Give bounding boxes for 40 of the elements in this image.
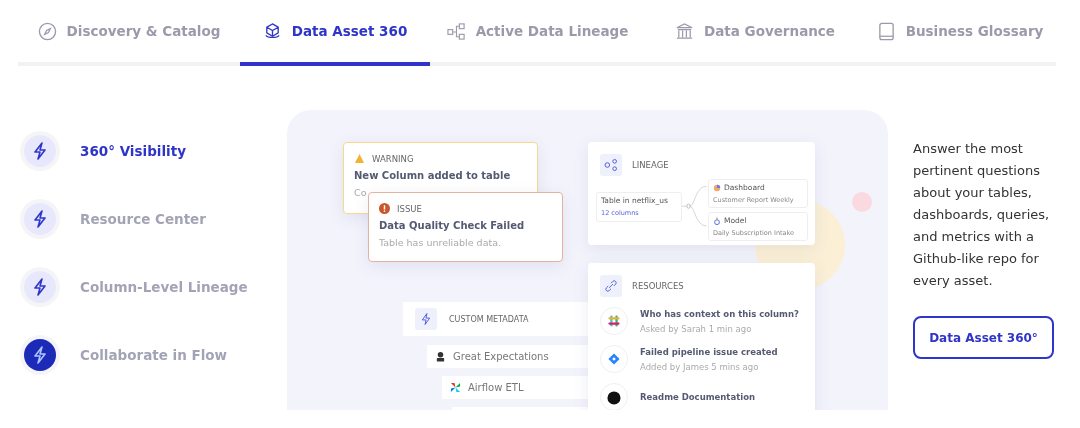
strip-heading: CUSTOM METADATA bbox=[449, 314, 529, 324]
dot-decoration bbox=[852, 192, 872, 212]
pinwheel-icon bbox=[450, 382, 461, 393]
tab[interactable]: Data Governance bbox=[645, 0, 865, 66]
card-text: Table has unreliable data. bbox=[379, 237, 503, 248]
tab[interactable]: Data Asset 360 bbox=[240, 0, 430, 66]
feature-item[interactable]: Column-Level Lineage bbox=[20, 267, 287, 307]
feature-item[interactable]: 360° Visibility bbox=[20, 131, 287, 171]
link-icon bbox=[600, 275, 622, 297]
card-title: Data Quality Check Failed bbox=[379, 220, 526, 231]
card-text: Co bbox=[354, 187, 368, 198]
resource-meta: Asked by Sarah 1 min ago bbox=[640, 323, 753, 334]
book-icon bbox=[876, 21, 896, 41]
nodes-icon bbox=[446, 21, 466, 41]
card-heading: LINEAGE bbox=[632, 160, 669, 170]
card-tag: ISSUE bbox=[397, 203, 422, 214]
card-tag: WARNING bbox=[372, 153, 414, 164]
compass-icon bbox=[37, 21, 57, 41]
nodes-icon bbox=[600, 154, 622, 176]
person-icon bbox=[435, 351, 446, 362]
alert-icon bbox=[379, 203, 390, 214]
bank-icon bbox=[674, 21, 694, 41]
tab[interactable]: Business Glossary bbox=[865, 0, 1055, 66]
hash-icon bbox=[600, 307, 628, 335]
card-heading: RESOURCES bbox=[632, 281, 684, 291]
tab[interactable]: Active Data Lineage bbox=[430, 0, 645, 66]
lightning-icon bbox=[415, 308, 437, 330]
data-asset-button[interactable]: Data Asset 360° bbox=[913, 316, 1054, 359]
resource-meta: Added by James 5 mins ago bbox=[640, 361, 760, 372]
resource-title: Who has context on this column? bbox=[640, 308, 799, 319]
resource-title: Failed pipeline issue created bbox=[640, 346, 778, 357]
warning-icon bbox=[354, 153, 365, 164]
chart-icon bbox=[713, 183, 721, 192]
resource-title: Readme Documentation bbox=[640, 392, 756, 402]
card-title: New Column added to table bbox=[354, 170, 512, 181]
feature-item[interactable]: Resource Center bbox=[20, 199, 287, 239]
tab[interactable]: Discovery & Catalog bbox=[18, 0, 240, 66]
description-text: Answer the most pertinent questions about your tables, dashboards, queries, and metrics with a Github-like repo for every asset. bbox=[913, 140, 1051, 290]
feature-item[interactable]: Collaborate in Flow bbox=[20, 335, 287, 375]
model-icon bbox=[713, 216, 721, 225]
